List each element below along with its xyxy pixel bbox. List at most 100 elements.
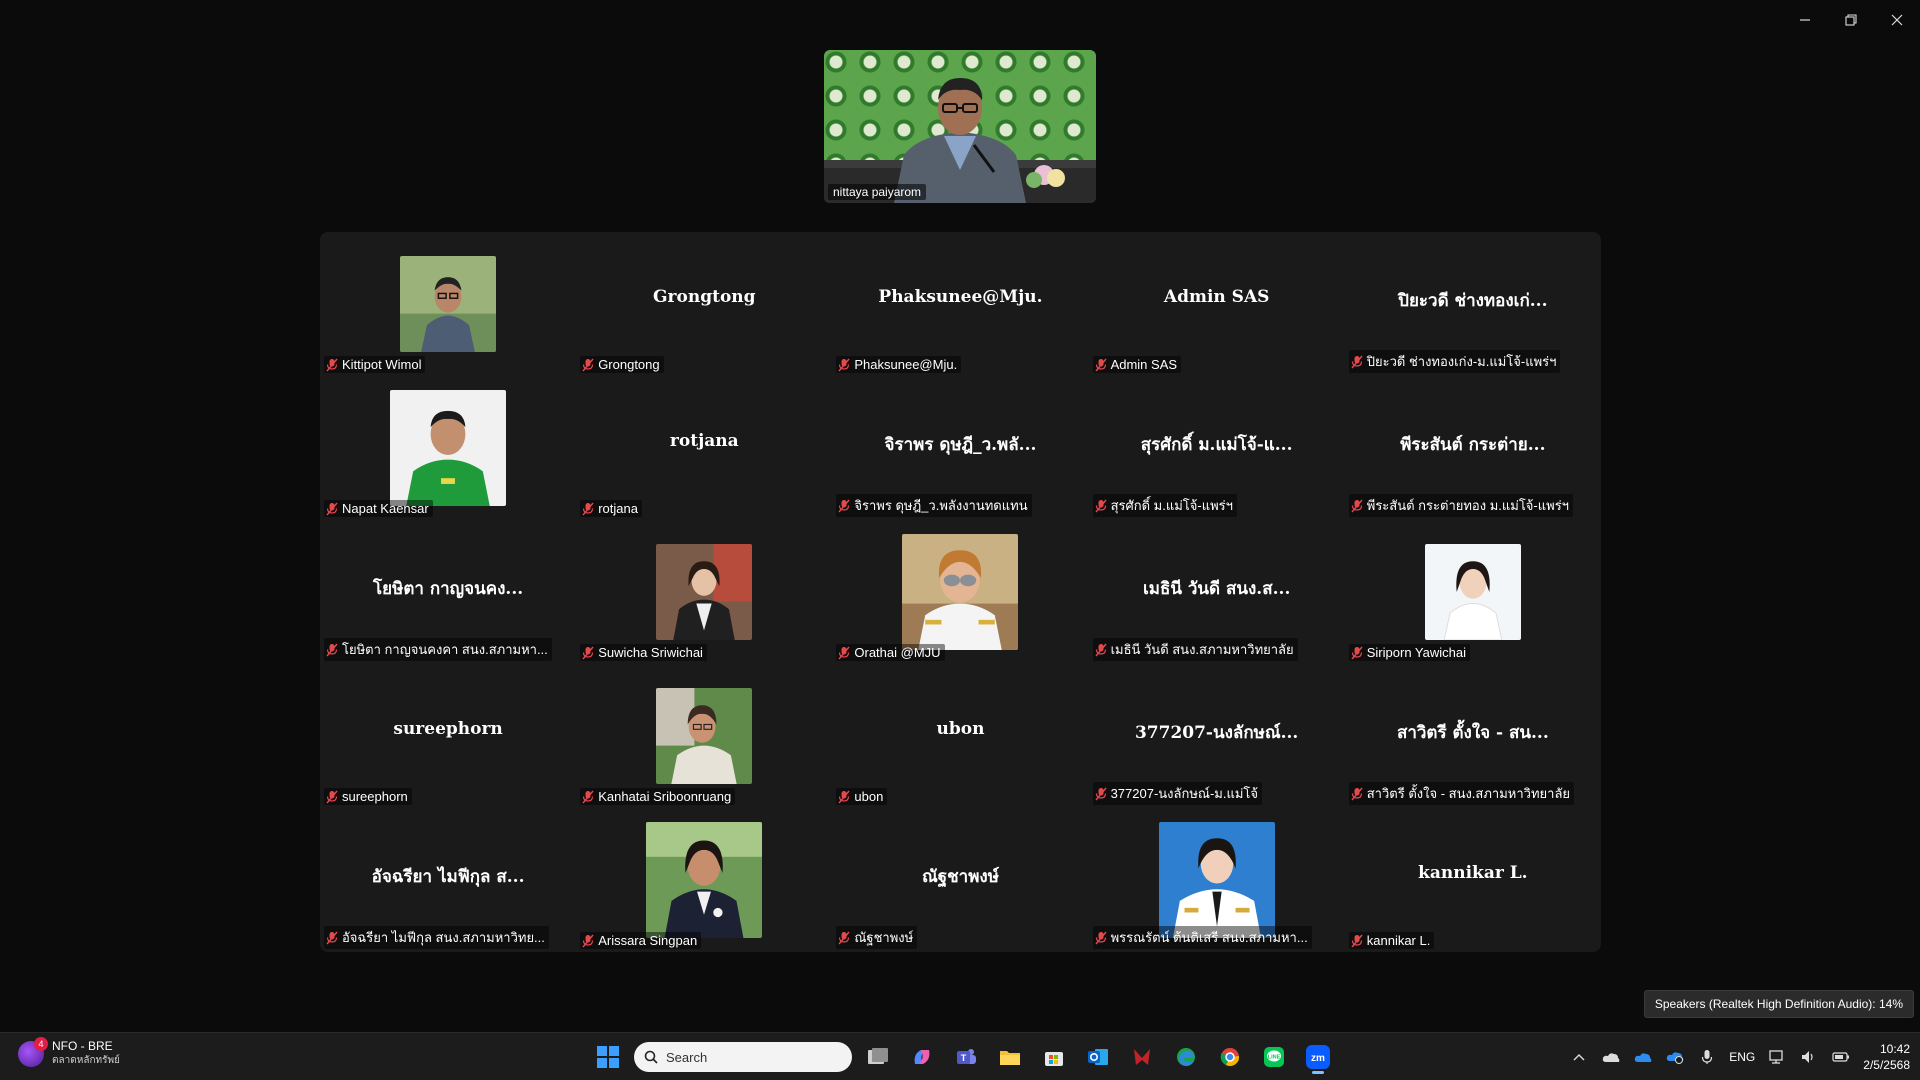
zoom-icon: zm (1306, 1045, 1330, 1069)
participant-label-text: เมธินี วันดี สนง.สภามหาวิทยาลัย (1110, 642, 1294, 657)
muted-mic-icon (326, 931, 338, 944)
taskbar-search[interactable] (634, 1042, 852, 1072)
volume-button[interactable] (1799, 1047, 1819, 1067)
participant-label-text: kannikar L. (1366, 933, 1431, 948)
participant-display-name: ณัฐชาพงษ์ (921, 867, 999, 887)
teams-button[interactable]: T (948, 1039, 984, 1075)
participant-tile[interactable]: เมธินี วันดี สนง.ส... เมธินี วันดี สนง.สภ… (1089, 520, 1345, 664)
gaming-app-button[interactable] (1124, 1039, 1160, 1075)
muted-mic-icon (582, 646, 594, 659)
participant-label-text: Kittipot Wimol (342, 357, 422, 372)
participant-tile[interactable]: Orathai @MJU (832, 520, 1088, 664)
participant-tile[interactable]: Kanhatai Sriboonruang (576, 664, 832, 808)
microphone-button[interactable] (1697, 1047, 1717, 1067)
zoom-button[interactable]: zm (1300, 1039, 1336, 1075)
store-button[interactable] (1036, 1039, 1072, 1075)
cloud-blue-icon (1635, 1053, 1652, 1062)
muted-mic-icon (1351, 355, 1363, 368)
search-input[interactable] (666, 1049, 826, 1065)
participant-tile[interactable]: Admin SAS Admin SAS (1089, 232, 1345, 376)
task-view-button[interactable] (860, 1039, 896, 1075)
participant-tile[interactable]: พรรณรัตน์ ต้นติเสรี สนง.สภามหา... (1089, 808, 1345, 952)
participant-tile[interactable]: Suwicha Sriwichai (576, 520, 832, 664)
clock[interactable]: 10:42 2/5/2568 (1863, 1041, 1910, 1073)
muted-mic-icon (838, 790, 850, 803)
participant-label-text: สุรศักดิ์ ม.แม่โจ้-แพร่ฯ (1110, 498, 1233, 513)
clock-date: 2/5/2568 (1863, 1058, 1910, 1072)
active-speaker-video[interactable]: nittaya paiyarom (824, 50, 1096, 203)
participant-label-text: 377207-นงลักษณ์-ม.แม่โจ้ (1110, 786, 1259, 801)
participant-label-text: Phaksunee@Mju. (854, 357, 958, 372)
muted-mic-icon (1095, 358, 1107, 371)
onedrive-sync-button[interactable] (1665, 1047, 1685, 1067)
participant-tile[interactable]: Grongtong Grongtong (576, 232, 832, 376)
participant-tile[interactable]: Kittipot Wimol (320, 232, 576, 376)
muted-mic-icon (1095, 643, 1107, 656)
network-button[interactable] (1767, 1047, 1787, 1067)
start-button[interactable] (590, 1039, 626, 1075)
muted-mic-icon (326, 358, 338, 371)
participant-label-text: Suwicha Sriwichai (598, 645, 703, 660)
teams-icon: T (957, 1049, 976, 1064)
participant-tile[interactable]: kannikar L. kannikar L. (1345, 808, 1601, 952)
participant-tile[interactable]: ubon ubon (832, 664, 1088, 808)
participant-label-text: sureephorn (342, 789, 408, 804)
participant-name-label: Kanhatai Sriboonruang (580, 788, 736, 805)
muted-mic-icon (326, 502, 338, 515)
line-button[interactable]: LINE (1256, 1039, 1292, 1075)
participant-tile[interactable]: rotjana rotjana (576, 376, 832, 520)
participant-tile[interactable]: โยษิตา กาญจนคง... โยษิตา กาญจนคงคา สนง.สภ… (320, 520, 576, 664)
participant-tile[interactable]: Phaksunee@Mju. Phaksunee@Mju. (832, 232, 1088, 376)
participant-photo (646, 822, 763, 938)
participant-tile[interactable]: จิราพร ดุษฎี_ว.พลั... จิราพร ดุษฎี_ว.พลัง… (832, 376, 1088, 520)
edge-button[interactable] (1168, 1039, 1204, 1075)
participant-name-label: อัจฉรียา ไมฟีกุล สนง.สภามหาวิทย... (324, 926, 549, 949)
onedrive-business-button[interactable] (1633, 1047, 1653, 1067)
participant-tile[interactable]: sureephorn sureephorn (320, 664, 576, 808)
volume-tooltip: Speakers (Realtek High Definition Audio)… (1643, 990, 1914, 1018)
participant-tile[interactable]: Siriporn Yawichai (1345, 520, 1601, 664)
muted-mic-icon (1351, 934, 1363, 947)
close-button[interactable] (1874, 0, 1920, 40)
participant-name-label: Siriporn Yawichai (1348, 644, 1470, 661)
participant-tile[interactable]: Napat Kaensar (320, 376, 576, 520)
participant-label-text: Napat Kaensar (342, 501, 429, 516)
participant-display-name: 377207-นงลักษณ์... (1134, 723, 1299, 743)
participant-tile[interactable]: สุรศักดิ์ ม.แม่โจ้-แ... สุรศักดิ์ ม.แม่โจ… (1089, 376, 1345, 520)
copilot-button[interactable] (904, 1039, 940, 1075)
outlook-button[interactable] (1080, 1039, 1116, 1075)
participant-photo (1424, 544, 1521, 640)
participant-label-text: โยษิตา กาญจนคงคา สนง.สภามหา... (342, 642, 548, 657)
participant-display-name: ปิยะวดี ช่างทองเก่... (1398, 291, 1548, 311)
speaker-video-image (824, 78, 1096, 203)
show-hidden-icons-button[interactable] (1569, 1047, 1589, 1067)
battery-button[interactable] (1831, 1047, 1851, 1067)
chevron-up-icon (1573, 1054, 1585, 1061)
participant-tile[interactable]: ปิยะวดี ช่างทองเก่... ปิยะวดี ช่างทองเก่ง… (1345, 232, 1601, 376)
participant-tile[interactable]: อัจฉรียา ไมฟีกุล ส... อัจฉรียา ไมฟีกุล สน… (320, 808, 576, 952)
news-title: NFO - BRE (52, 1039, 113, 1053)
news-widget[interactable]: 4 NFO - BRE ตลาดหลักทรัพย์ (18, 1036, 120, 1068)
language-indicator[interactable]: ENG (1729, 1050, 1755, 1064)
participant-tile[interactable]: พีระสันต์ กระต่าย... พีระสันต์ กระต่ายทอง… (1345, 376, 1601, 520)
chrome-button[interactable] (1212, 1039, 1248, 1075)
participant-tile[interactable]: ณัฐชาพงษ์ ณัฐชาพงษ์ (832, 808, 1088, 952)
participant-name-label: Napat Kaensar (324, 500, 433, 517)
onedrive-personal-button[interactable] (1601, 1047, 1621, 1067)
participant-display-name: สุรศักดิ์ ม.แม่โจ้-แ... (1140, 435, 1293, 455)
participant-name-label: ubon (836, 788, 888, 805)
participant-tile[interactable]: Arissara Singpan (576, 808, 832, 952)
participant-name-label: พีระสันต์ กระต่ายทอง ม.แม่โจ้-แพร่ฯ (1348, 494, 1573, 517)
participant-name-label: สาวิตรี ตั้งใจ - สนง.สภามหาวิทยาลัย (1348, 782, 1575, 805)
participant-name-label: rotjana (580, 500, 642, 517)
file-explorer-button[interactable] (992, 1039, 1028, 1075)
participant-tile[interactable]: 377207-นงลักษณ์... 377207-นงลักษณ์-ม.แม่โ… (1089, 664, 1345, 808)
participant-tile[interactable]: สาวิตรี ตั้งใจ - สน... สาวิตรี ตั้งใจ - ส… (1345, 664, 1601, 808)
participant-display-name: พีระสันต์ กระต่าย... (1400, 435, 1546, 455)
restore-icon (1845, 14, 1857, 26)
minimize-button[interactable] (1782, 0, 1828, 40)
restore-button[interactable] (1828, 0, 1874, 40)
muted-mic-icon (1095, 931, 1107, 944)
muted-mic-icon (1351, 787, 1363, 800)
cloud-sync-icon (1667, 1052, 1684, 1064)
